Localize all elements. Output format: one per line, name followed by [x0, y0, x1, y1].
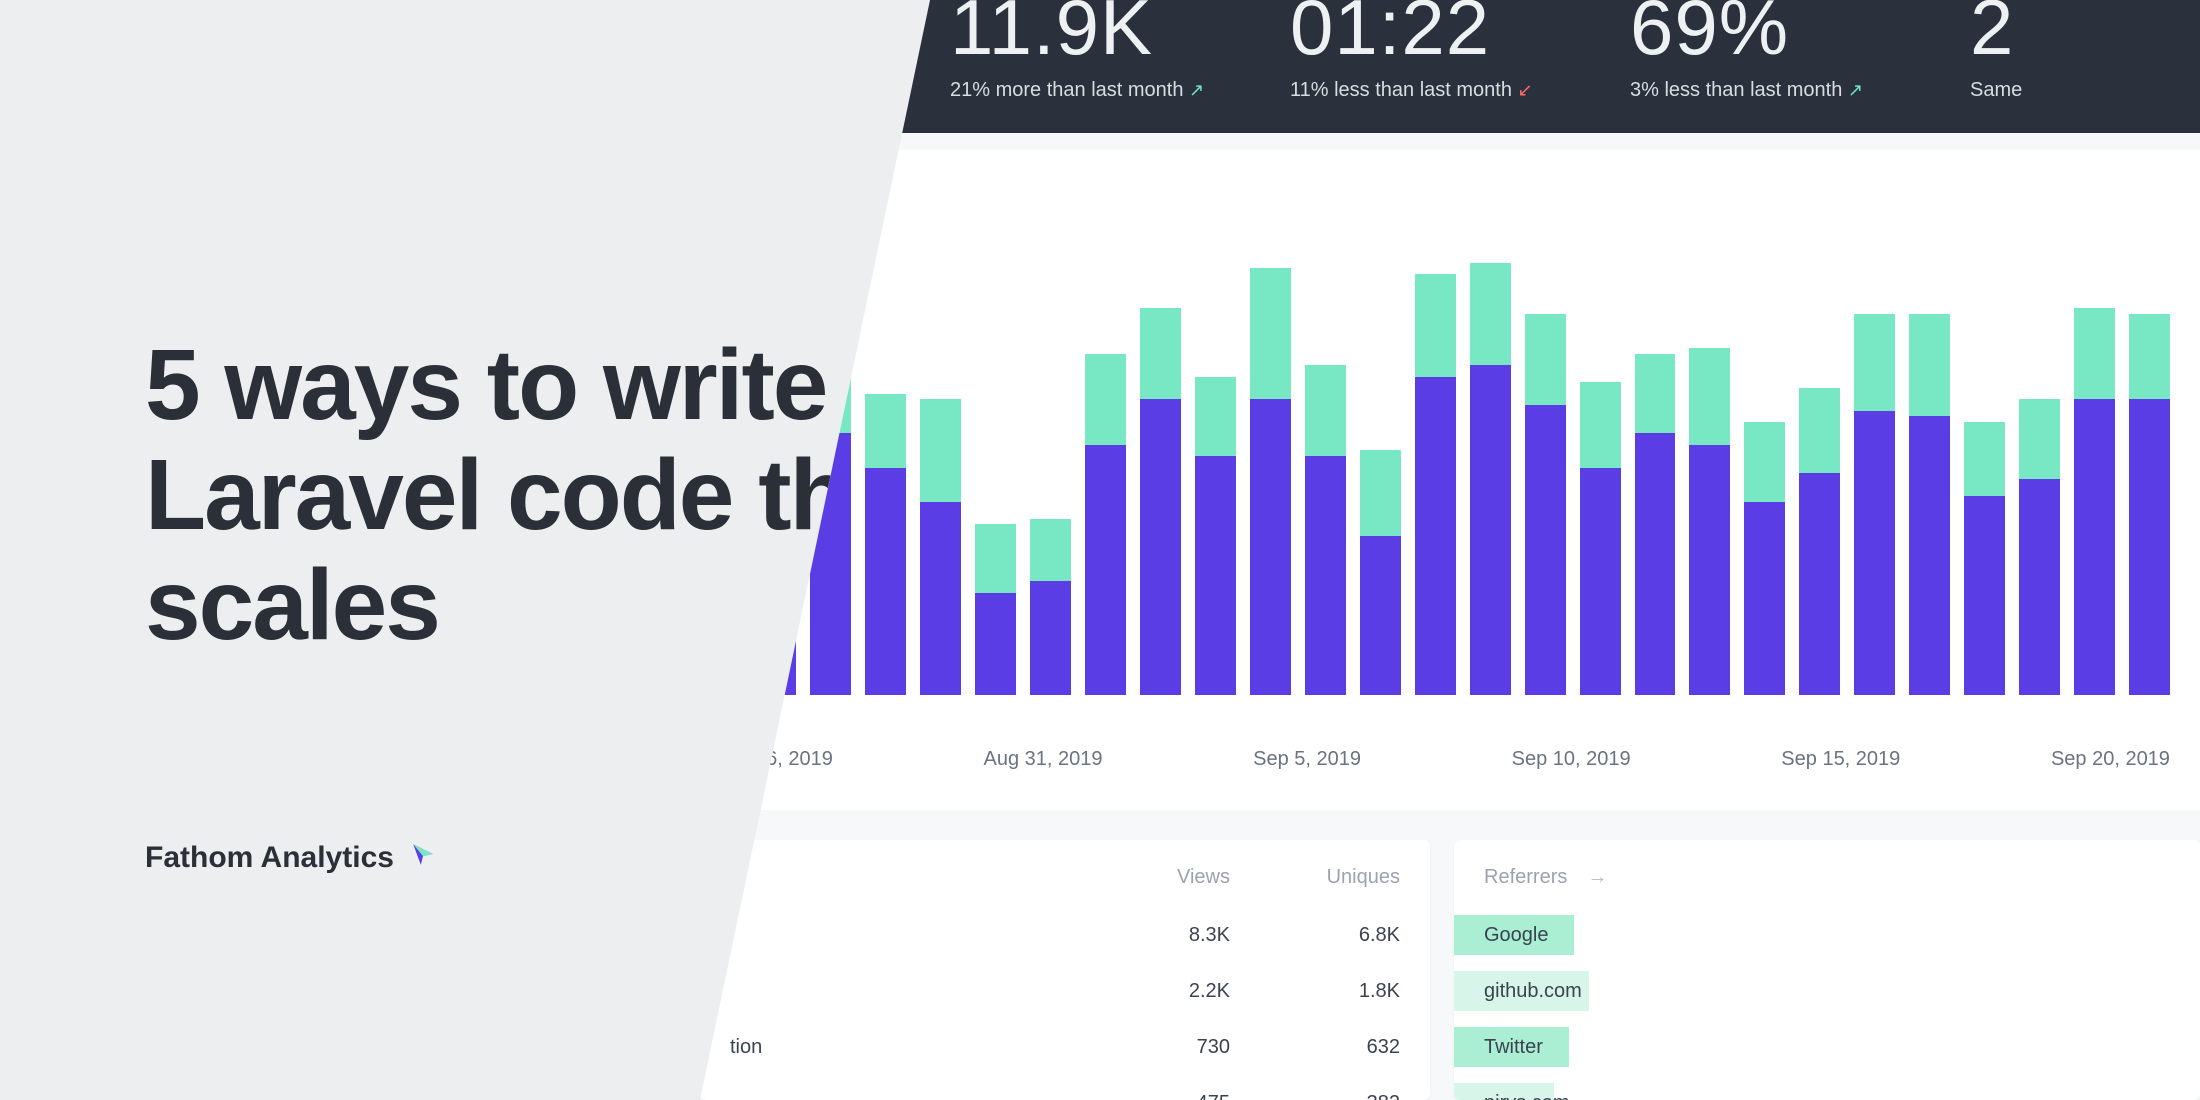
bar	[920, 399, 961, 695]
bar	[1854, 314, 1895, 695]
bar	[975, 524, 1016, 695]
pages-header: Views Uniques	[730, 866, 1400, 889]
metric-duration: 01:22 11% less than last month ↙	[1290, 0, 1533, 102]
list-item: Google	[1484, 907, 2170, 963]
pages-card: Views Uniques 8.3K6.8K2.2K1.8Ktion730632…	[700, 840, 1430, 1100]
bar	[1909, 314, 1950, 695]
bar	[2129, 314, 2170, 695]
metric-bounce: 69% 3% less than last month ↗	[1630, 0, 1863, 102]
referrers-card: Referrers → Googlegithub.comTwitterpjrvs…	[1454, 840, 2200, 1100]
bar	[1195, 377, 1236, 696]
table-row: 8.3K6.8K	[730, 907, 1400, 963]
bar	[1635, 354, 1676, 695]
arrow-up-icon: ↗	[1189, 80, 1204, 100]
bar	[2019, 399, 2060, 695]
arrow-up-icon: ↗	[1848, 80, 1863, 100]
metric-extra: 2 Same	[1970, 0, 2022, 102]
bar	[865, 394, 906, 695]
table-row: 475382	[730, 1075, 1400, 1100]
referrers-header: Referrers →	[1484, 866, 2170, 889]
x-axis: 26, 2019Aug 31, 2019Sep 5, 2019Sep 10, 2…	[755, 748, 2170, 778]
bottom-tables: Views Uniques 8.3K6.8K2.2K1.8Ktion730632…	[700, 840, 2200, 1100]
bar	[1250, 268, 1291, 695]
dashboard-preview: 11.9K 21% more than last month ↗ 01:22 1…	[700, 0, 2200, 1100]
bar	[1525, 314, 1566, 695]
bar	[1030, 519, 1071, 695]
bar	[2074, 308, 2115, 695]
bar	[1470, 263, 1511, 695]
bar	[1744, 422, 1785, 695]
brand: Fathom Analytics	[145, 841, 436, 875]
arrow-right-icon: →	[1587, 866, 1607, 889]
bar-chart	[755, 240, 2170, 695]
table-row: tion730632	[730, 1019, 1400, 1075]
table-row: 2.2K1.8K	[730, 963, 1400, 1019]
bar	[1140, 308, 1181, 695]
list-item: pjrvs.com	[1484, 1075, 2170, 1100]
bar	[1305, 365, 1346, 695]
list-item: Twitter	[1484, 1019, 2170, 1075]
brand-name: Fathom Analytics	[145, 841, 394, 875]
bar	[1799, 388, 1840, 695]
bar	[1415, 274, 1456, 695]
chart-card: 26, 2019Aug 31, 2019Sep 5, 2019Sep 10, 2…	[700, 150, 2200, 810]
brand-cursor-icon	[410, 841, 436, 875]
list-item: github.com	[1484, 963, 2170, 1019]
bar	[1689, 348, 1730, 695]
bar	[1360, 450, 1401, 695]
bar	[1580, 382, 1621, 695]
arrow-down-icon: ↙	[1518, 80, 1533, 100]
bar	[1964, 422, 2005, 695]
bar	[1085, 354, 1126, 695]
metric-visitors: 11.9K 21% more than last month ↗	[950, 0, 1204, 102]
